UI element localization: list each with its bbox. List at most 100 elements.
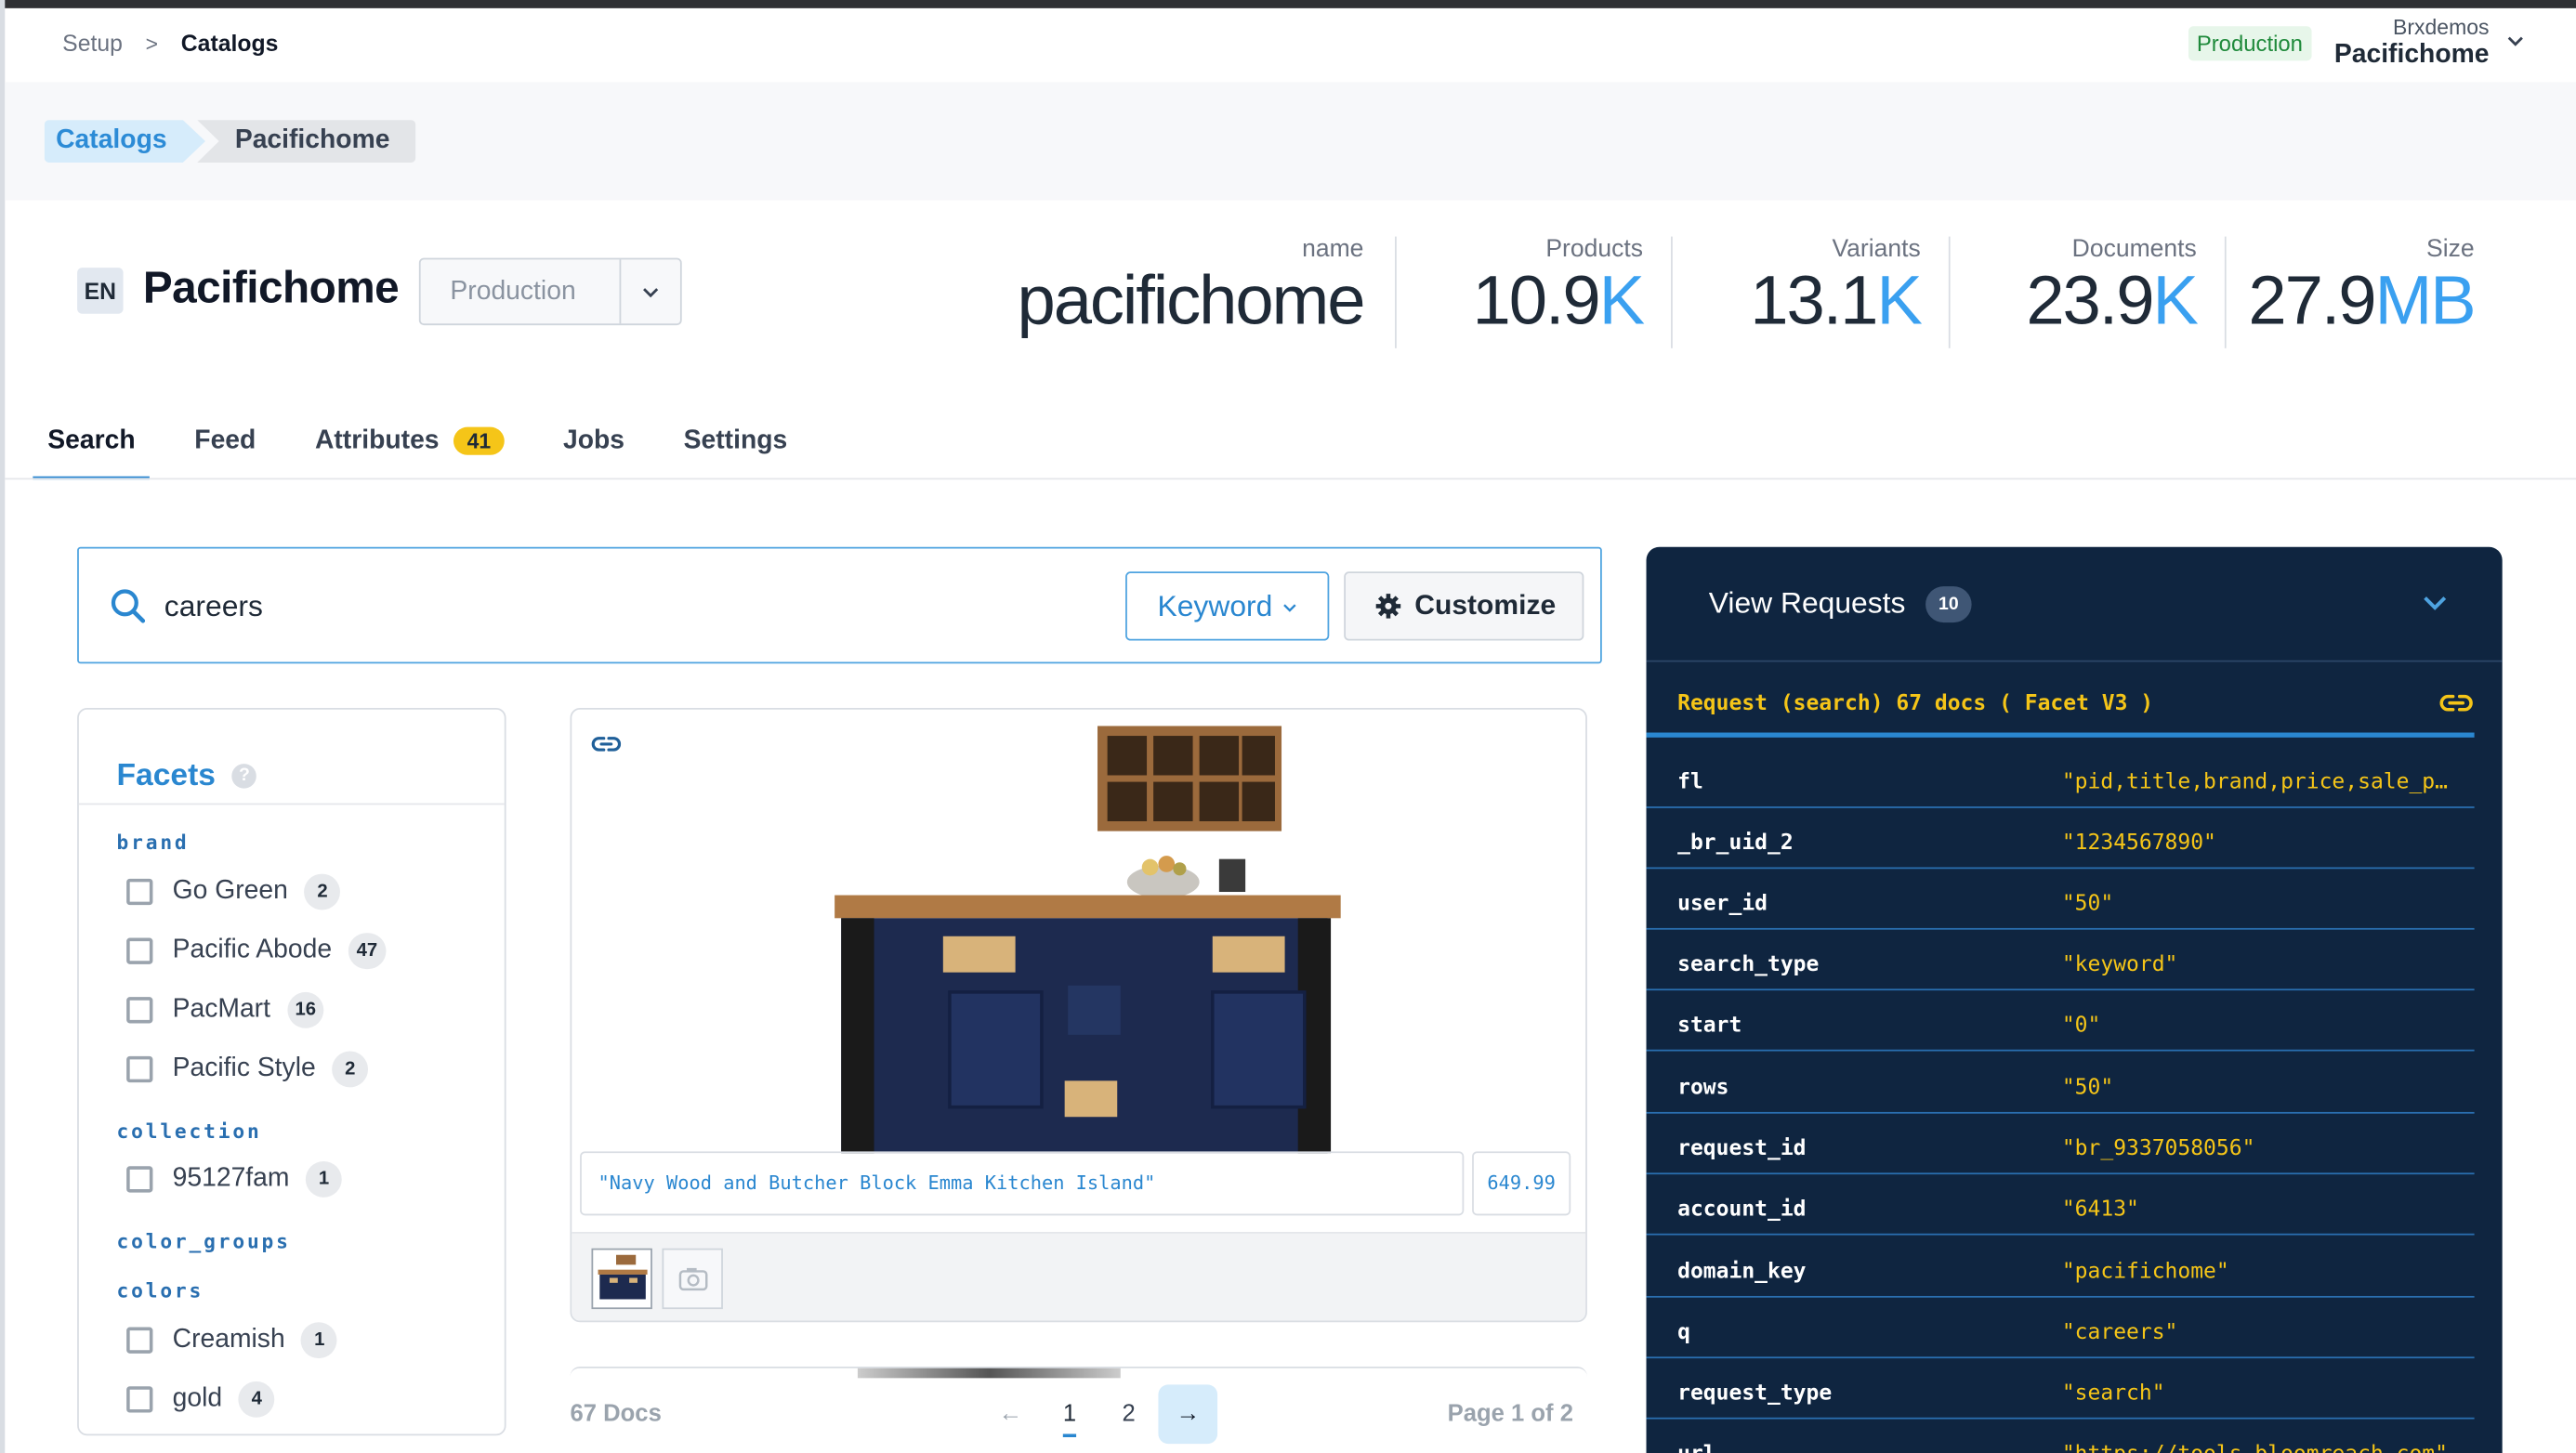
facet-option-label: PacMart	[172, 995, 270, 1024]
param-value: "50"	[2061, 892, 2114, 917]
link-icon[interactable]	[591, 729, 622, 759]
stat-label: name	[1302, 234, 1364, 263]
help-icon[interactable]: ?	[231, 764, 257, 789]
stat-divider	[1948, 236, 1951, 348]
facet-checkbox[interactable]	[126, 937, 153, 964]
page-link[interactable]: 2	[1099, 1384, 1159, 1444]
facet-option[interactable]: Pacific Style 2	[126, 1051, 369, 1088]
facet-count-badge: 4	[238, 1381, 275, 1418]
tab-search[interactable]: Search	[33, 426, 151, 480]
chevron-down-icon[interactable]	[641, 282, 661, 302]
tab-label: Settings	[683, 426, 788, 455]
request-param-row: search_type "keyword"	[1646, 930, 2475, 991]
stat-number: 23.9	[2026, 261, 2154, 339]
product-title-field[interactable]: "Navy Wood and Butcher Block Emma Kitche…	[580, 1151, 1465, 1216]
breadcrumb-setup-link[interactable]: Setup	[62, 30, 123, 56]
environment-select[interactable]: Production	[418, 257, 682, 326]
param-value: "search"	[2061, 1381, 2165, 1407]
next-product-card	[570, 1366, 1587, 1380]
customize-button[interactable]: Customize	[1344, 571, 1584, 641]
product-thumbnails	[572, 1232, 1586, 1321]
param-value: "pacifichome"	[2061, 1260, 2229, 1285]
request-param-row: _br_uid_2 "1234567890"	[1646, 808, 2475, 870]
chevron-down-icon[interactable]	[2420, 591, 2450, 614]
stat-number: 13.1	[1750, 261, 1878, 339]
requests-title: View Requests	[1708, 586, 1906, 620]
param-value: "50"	[2061, 1076, 2114, 1101]
param-key: q	[1677, 1320, 1690, 1345]
facet-checkbox[interactable]	[126, 1055, 153, 1083]
search-icon	[111, 589, 146, 623]
tab-settings[interactable]: Settings	[669, 427, 802, 480]
path-pill-catalogs[interactable]: Catalogs	[44, 120, 206, 164]
request-param-row: request_id "br_9337058056"	[1646, 1114, 2475, 1175]
param-key: url	[1677, 1442, 1716, 1453]
environment-select-value: Production	[450, 277, 576, 306]
search-mode-label: Keyword	[1157, 589, 1273, 623]
requests-header[interactable]: View Requests 10	[1646, 547, 2503, 662]
facet-count-badge: 1	[306, 1160, 343, 1198]
facet-option-label: 95127fam	[172, 1164, 290, 1193]
camera-icon[interactable]	[662, 1248, 723, 1310]
request-param-row: user_id "50"	[1646, 869, 2475, 930]
facet-count-badge: 2	[332, 1051, 369, 1088]
facet-checkbox[interactable]	[126, 997, 153, 1024]
tab-feed[interactable]: Feed	[179, 427, 270, 480]
tab-label: Feed	[194, 426, 256, 455]
page-indicator: Page 1 of 2	[1447, 1401, 1573, 1428]
gear-icon	[1375, 594, 1401, 619]
facet-option[interactable]: Pacific Abode 47	[126, 933, 387, 970]
facet-option[interactable]: Go Green 2	[126, 873, 341, 910]
stat-products: Products 10.9K	[1413, 235, 1646, 340]
stat-number: pacifichome	[1017, 261, 1366, 339]
facet-checkbox[interactable]	[126, 1166, 153, 1193]
facet-option[interactable]: 95127fam 1	[126, 1160, 343, 1198]
requests-panel: View Requests 10 Request (search) 67 doc…	[1646, 546, 2503, 1453]
facets-panel: Facets? brand Go Green 2 Pacific Abode 47 …	[77, 708, 506, 1436]
stat-unit: K	[1598, 261, 1646, 339]
facet-option[interactable]: PacMart 16	[126, 991, 324, 1028]
tab-label: Search	[47, 426, 136, 455]
param-key: start	[1677, 1013, 1742, 1039]
facet-checkbox[interactable]	[126, 878, 153, 906]
facet-count-badge: 1	[301, 1322, 338, 1359]
select-divider	[619, 259, 622, 324]
thumbnail-image[interactable]	[591, 1248, 652, 1310]
facets-header: Facets?	[78, 710, 505, 805]
request-param-row: q "careers"	[1646, 1298, 2475, 1359]
facet-option[interactable]: Creamish 1	[126, 1322, 338, 1359]
breadcrumb: Setup > Catalogs	[62, 30, 278, 56]
facet-checkbox[interactable]	[126, 1327, 153, 1354]
facet-option-label: gold	[172, 1384, 223, 1413]
request-summary-text: Request (search) 67 docs ( Facet V3 )	[1677, 691, 2154, 716]
link-icon[interactable]	[2438, 688, 2475, 718]
previous-page-icon[interactable]: ←	[980, 1384, 1040, 1444]
next-page-icon[interactable]: →	[1158, 1384, 1218, 1445]
product-card[interactable]: "Navy Wood and Butcher Block Emma Kitche…	[570, 708, 1587, 1323]
camera-glyph	[678, 1267, 708, 1291]
facet-option-label: Pacific Style	[172, 1054, 316, 1083]
docs-count: 67 Docs	[570, 1401, 662, 1428]
param-value: "6413"	[2061, 1197, 2139, 1223]
account-switcher[interactable]: Brxdemos Pacifichome	[2332, 15, 2490, 71]
stat-unit: K	[1876, 261, 1923, 339]
search-input[interactable]	[164, 584, 1084, 628]
product-price-field[interactable]: 649.99	[1472, 1151, 1571, 1216]
facet-checkbox[interactable]	[126, 1386, 153, 1413]
left-edge	[0, 0, 6, 1453]
param-key: fl	[1677, 770, 1703, 795]
param-key: request_type	[1677, 1381, 1833, 1407]
request-summary-divider	[1646, 732, 2475, 738]
search-mode-select[interactable]: Keyword	[1125, 571, 1330, 641]
tab-attributes[interactable]: Attributes 41	[300, 426, 519, 480]
app-root: Setup > Catalogs Production Brxdemos Pac…	[0, 0, 2576, 1453]
search-bar: Keyword Customize	[77, 546, 1602, 664]
param-value: "pid,title,brand,price,sale_price,thumb_…	[2061, 770, 2456, 795]
tab-jobs[interactable]: Jobs	[548, 427, 639, 480]
page-link[interactable]: 1	[1040, 1384, 1099, 1444]
facet-option[interactable]: gold 4	[126, 1381, 275, 1418]
language-badge: EN	[77, 268, 124, 314]
facet-group-title: color_groups	[116, 1230, 291, 1253]
request-param-row: start "0"	[1646, 990, 2475, 1052]
chevron-down-icon[interactable]	[2505, 32, 2525, 51]
